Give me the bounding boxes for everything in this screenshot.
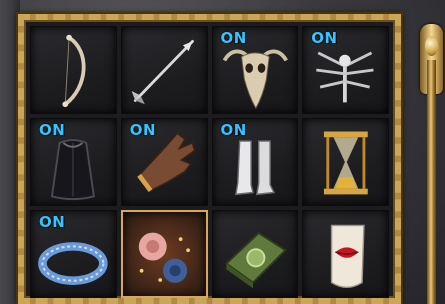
inventory-slot-bow[interactable] — [30, 26, 117, 114]
inventory-slot-lips-scroll[interactable] — [302, 210, 389, 298]
inventory-slot-roses-bouquet[interactable] — [120, 210, 208, 298]
arrow-icon — [131, 40, 194, 105]
equipped-badge: ON — [39, 213, 66, 231]
game-screen: ON ON ON ON ON ON — [0, 0, 445, 304]
inventory-grid: ON ON ON ON ON ON — [30, 26, 389, 304]
inventory-slot-arrow[interactable] — [120, 26, 208, 114]
bow-icon — [62, 34, 86, 108]
inventory-panel: ON ON ON ON ON ON — [16, 12, 403, 304]
inventory-slot-bone-wings-amulet[interactable]: ON — [302, 26, 389, 114]
equipped-badge: ON — [129, 121, 157, 139]
equipped-badge: ON — [39, 121, 66, 139]
spellbook-icon — [224, 231, 287, 289]
roses-icon — [138, 232, 190, 283]
inventory-slot-green-spellbook[interactable] — [211, 210, 299, 298]
hourglass-icon — [324, 131, 369, 195]
equipped-badge: ON — [220, 29, 247, 47]
inventory-slot-hourglass[interactable] — [302, 118, 389, 206]
lips-scroll-icon — [331, 224, 365, 289]
inventory-slot-dark-cloak[interactable]: ON — [30, 118, 117, 206]
inventory-slot-white-boots[interactable]: ON — [211, 118, 299, 206]
inventory-slot-horned-skull-mask[interactable]: ON — [211, 26, 299, 114]
inventory-slot-rune-ring[interactable]: ON — [30, 210, 117, 298]
inventory-slot-leather-glove[interactable]: ON — [120, 118, 208, 206]
stone-wall — [0, 0, 20, 304]
golden-staff-decoration — [418, 0, 445, 304]
equipped-badge: ON — [220, 121, 247, 139]
equipped-badge: ON — [311, 29, 338, 47]
